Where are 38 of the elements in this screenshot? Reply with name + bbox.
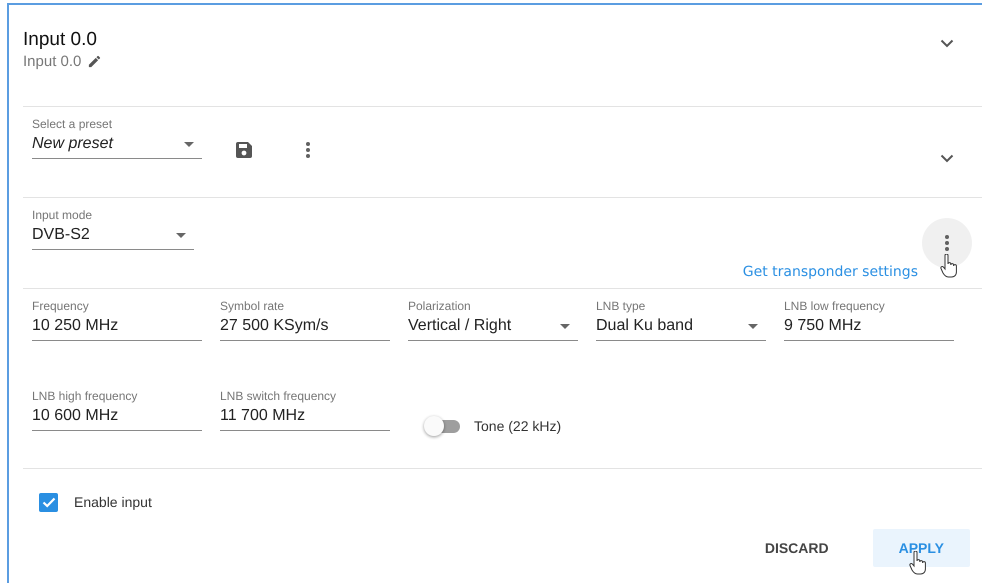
more-options-icon[interactable]: [945, 235, 949, 251]
hand-cursor-icon: [940, 254, 958, 278]
field-label: LNB type: [596, 298, 646, 314]
dropdown-field[interactable]: DVB-S2: [32, 223, 194, 250]
toggle-label: Tone (22 kHz): [474, 418, 562, 434]
dropdown-field[interactable]: Dual Ku band: [596, 314, 766, 341]
checkbox[interactable]: [39, 492, 58, 512]
field-label: Polarization: [408, 298, 471, 314]
input-field[interactable]: 11 700 MHz: [220, 404, 390, 431]
hand-cursor-icon: [909, 551, 927, 575]
field-label: LNB switch frequency: [220, 388, 336, 404]
field-label: Select a preset: [32, 116, 112, 132]
panel-title: Input 0.0: [23, 28, 97, 52]
dropdown-caret-icon: [748, 324, 758, 328]
field-label: LNB high frequency: [32, 388, 138, 404]
dropdown-caret-icon: [184, 142, 194, 146]
field-label: Input mode: [32, 207, 92, 223]
toggle-switch[interactable]: [424, 416, 462, 436]
chevron-down-icon[interactable]: [940, 39, 954, 48]
input-field[interactable]: 9 750 MHz: [784, 314, 954, 341]
save-icon[interactable]: [234, 140, 254, 160]
more-options-icon[interactable]: [306, 142, 310, 158]
input-field[interactable]: 27 500 KSym/s: [220, 314, 390, 341]
checkbox-label: Enable input: [74, 494, 152, 510]
field-label: LNB low frequency: [784, 298, 885, 314]
dropdown-caret-icon: [560, 324, 570, 328]
edit-icon[interactable]: [87, 54, 102, 69]
dropdown-caret-icon: [176, 232, 186, 238]
dropdown-field[interactable]: New preset: [32, 132, 202, 159]
discard-button[interactable]: DISCARD: [738, 529, 855, 567]
dropdown-field[interactable]: Vertical / Right: [408, 314, 578, 341]
chevron-down-icon[interactable]: [940, 154, 954, 163]
field-label: Symbol rate: [220, 298, 284, 314]
input-field[interactable]: 10 250 MHz: [32, 314, 202, 341]
more-options-button[interactable]: [922, 218, 972, 268]
field-label: Frequency: [32, 298, 89, 314]
panel-subtitle: Input 0.0: [23, 53, 82, 70]
input-field[interactable]: 10 600 MHz: [32, 404, 202, 431]
